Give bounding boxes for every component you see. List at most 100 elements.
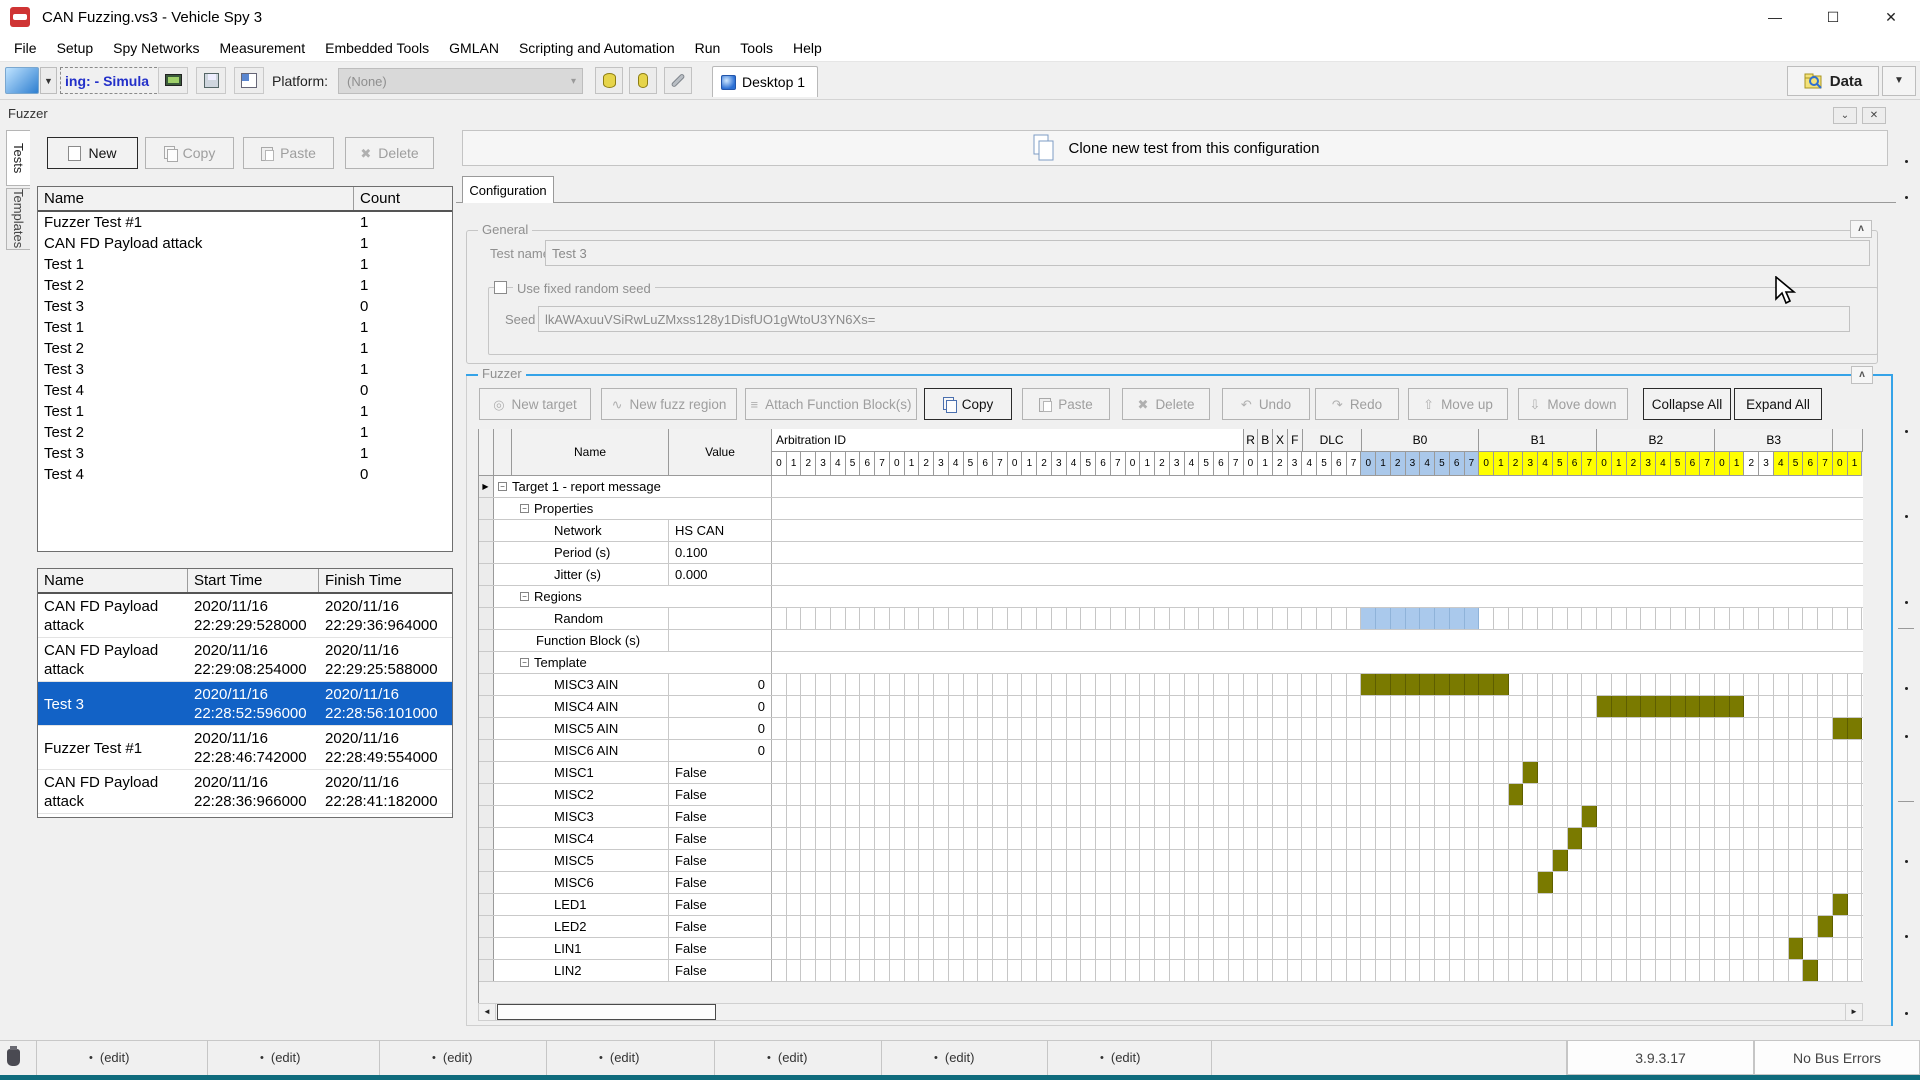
- bit-cell[interactable]: [1700, 608, 1715, 629]
- bit-cell[interactable]: [964, 608, 979, 629]
- bit-cell[interactable]: [1347, 740, 1362, 761]
- bit-cell[interactable]: [1656, 718, 1671, 739]
- bit-cell[interactable]: [1789, 850, 1804, 871]
- logon-mode-dropdown-icon[interactable]: ▼: [40, 67, 57, 94]
- bit-cell[interactable]: [1037, 762, 1052, 783]
- grid-row-misc3[interactable]: MISC3False: [478, 806, 1863, 828]
- bit-cell[interactable]: [1671, 894, 1686, 915]
- bit-cell[interactable]: [1700, 938, 1715, 959]
- bit-cell[interactable]: [1803, 674, 1818, 695]
- bit-cell[interactable]: [831, 806, 846, 827]
- bit-cell[interactable]: [772, 674, 787, 695]
- bit-cell[interactable]: [1553, 718, 1568, 739]
- bit-cell[interactable]: [1140, 762, 1155, 783]
- bit-cell[interactable]: [1140, 850, 1155, 871]
- bit-cell[interactable]: [1744, 872, 1759, 893]
- bit-cell[interactable]: [1759, 872, 1774, 893]
- bit-cell[interactable]: [1789, 872, 1804, 893]
- bit-cell[interactable]: [1597, 894, 1612, 915]
- bit-cell[interactable]: [1730, 696, 1745, 717]
- bit-cell[interactable]: [1420, 718, 1435, 739]
- bit-cell[interactable]: [1450, 608, 1465, 629]
- bit-cell[interactable]: [1744, 718, 1759, 739]
- bit-cell[interactable]: [1627, 806, 1642, 827]
- bit-cell[interactable]: [1111, 806, 1126, 827]
- bit-cell[interactable]: [1361, 674, 1376, 695]
- bit-cell[interactable]: [1273, 938, 1288, 959]
- bit-cell[interactable]: [1744, 828, 1759, 849]
- bit-cell[interactable]: [1140, 828, 1155, 849]
- bit-cell[interactable]: [816, 718, 831, 739]
- bit-cell[interactable]: [787, 828, 802, 849]
- bit-cell[interactable]: [1641, 806, 1656, 827]
- bit-cell[interactable]: [1848, 608, 1863, 629]
- bit-cell[interactable]: [1465, 960, 1480, 981]
- bit-cell[interactable]: [1406, 696, 1421, 717]
- bit-cell[interactable]: [905, 828, 920, 849]
- bit-cell[interactable]: [816, 784, 831, 805]
- bit-cell[interactable]: [1347, 894, 1362, 915]
- tab-configuration[interactable]: Configuration: [462, 176, 554, 203]
- bit-cell[interactable]: [1037, 850, 1052, 871]
- bit-cell[interactable]: [860, 960, 875, 981]
- bit-cell[interactable]: [816, 828, 831, 849]
- bit-cell[interactable]: [860, 784, 875, 805]
- bit-cell[interactable]: [1686, 674, 1701, 695]
- bit-cell[interactable]: [1126, 740, 1141, 761]
- bit-cell[interactable]: [1479, 872, 1494, 893]
- bit-cell[interactable]: [1052, 938, 1067, 959]
- bit-cell[interactable]: [1096, 740, 1111, 761]
- bit-cell[interactable]: [1140, 894, 1155, 915]
- setup-tools-icon-button[interactable]: [664, 67, 692, 94]
- bit-cell[interactable]: [1774, 828, 1789, 849]
- bit-cell[interactable]: [1199, 674, 1214, 695]
- bit-cell[interactable]: [890, 960, 905, 981]
- bit-cell[interactable]: [1833, 828, 1848, 849]
- bit-cell[interactable]: [831, 674, 846, 695]
- bit-cell[interactable]: [1700, 696, 1715, 717]
- bit-cell[interactable]: [1361, 894, 1376, 915]
- bit-cell[interactable]: [875, 718, 890, 739]
- bit-cell[interactable]: [1126, 916, 1141, 937]
- bit-cell[interactable]: [831, 872, 846, 893]
- bit-cell[interactable]: [1494, 740, 1509, 761]
- bit-cell[interactable]: [1332, 872, 1347, 893]
- bit-cell[interactable]: [978, 894, 993, 915]
- data-dropdown-button[interactable]: ▼: [1882, 66, 1916, 96]
- bit-cell[interactable]: [1465, 938, 1480, 959]
- bit-cell[interactable]: [1759, 784, 1774, 805]
- grid-row-lin2[interactable]: LIN2False: [478, 960, 1863, 982]
- bit-cell[interactable]: [1420, 850, 1435, 871]
- bit-cell[interactable]: [1833, 806, 1848, 827]
- bit-cell[interactable]: [1347, 674, 1362, 695]
- bit-cell[interactable]: [1700, 718, 1715, 739]
- bit-cell[interactable]: [890, 674, 905, 695]
- bit-cell[interactable]: [1317, 850, 1332, 871]
- bit-cell[interactable]: [949, 806, 964, 827]
- bit-cell[interactable]: [1332, 608, 1347, 629]
- bit-cell[interactable]: [1686, 608, 1701, 629]
- bit-cell[interactable]: [846, 784, 861, 805]
- bit-cell[interactable]: [1332, 850, 1347, 871]
- tests-table-row[interactable]: Fuzzer Test #11: [38, 212, 452, 233]
- bit-cell[interactable]: [1803, 806, 1818, 827]
- bit-cell[interactable]: [875, 608, 890, 629]
- bit-cell[interactable]: [1833, 872, 1848, 893]
- bit-cell[interactable]: [1155, 718, 1170, 739]
- bit-cell[interactable]: [1067, 784, 1082, 805]
- tree-node-value[interactable]: 0: [669, 696, 772, 717]
- bit-cell[interactable]: [949, 828, 964, 849]
- bit-cell[interactable]: [1656, 850, 1671, 871]
- bit-cell[interactable]: [860, 696, 875, 717]
- bit-cell[interactable]: [1302, 828, 1317, 849]
- bit-cell[interactable]: [1671, 696, 1686, 717]
- bit-cell[interactable]: [1244, 916, 1259, 937]
- bit-cell[interactable]: [1848, 784, 1863, 805]
- database-save-icon-button[interactable]: [629, 67, 657, 94]
- tests-table-row[interactable]: Test 21: [38, 422, 452, 443]
- bit-cell[interactable]: [1022, 718, 1037, 739]
- bit-cell[interactable]: [1052, 762, 1067, 783]
- bit-cell[interactable]: [1229, 718, 1244, 739]
- bit-cell[interactable]: [875, 872, 890, 893]
- bit-cell[interactable]: [1111, 718, 1126, 739]
